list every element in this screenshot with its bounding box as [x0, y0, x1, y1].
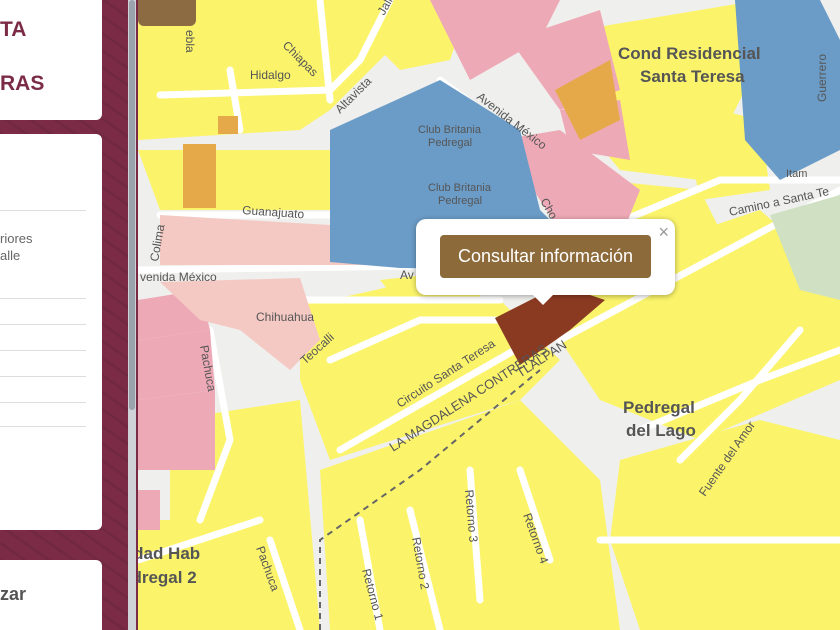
label-pedregal-del: Pedregal: [623, 398, 695, 417]
label-guanajuato: Guanajuato: [242, 203, 305, 221]
label-guerrero: Guerrero: [815, 54, 829, 102]
label-avenida-mexico-left: venida México: [140, 270, 217, 284]
label-puebla: ebla: [183, 30, 197, 53]
info-text: riores alle: [0, 231, 33, 263]
sidebar-panel: TA RAS riores alle zar: [0, 0, 130, 630]
divider: [0, 426, 86, 427]
bottom-label: zar: [0, 584, 27, 604]
label-pedregal-1: Pedregal: [428, 137, 472, 149]
label-pedregal-2-hab: edregal 2: [138, 568, 197, 587]
map-canvas[interactable]: Cond Residencial Santa Teresa Club Brita…: [138, 0, 840, 630]
close-icon[interactable]: ×: [658, 222, 669, 243]
info-popup: × Consultar información: [416, 219, 675, 305]
label-av: Av: [400, 268, 414, 282]
info-card: riores alle: [0, 134, 102, 530]
divider: [0, 210, 86, 211]
divider: [0, 376, 86, 377]
label-pedregal-2: Pedregal: [438, 195, 482, 207]
divider: [0, 324, 86, 325]
label-chihuahua: Chihuahua: [256, 310, 314, 324]
label-itam: Itam: [786, 168, 807, 180]
divider: [0, 298, 86, 299]
bottom-card[interactable]: zar: [0, 560, 102, 630]
scrollbar-thumb[interactable]: [129, 0, 135, 410]
title-line-2: RAS: [0, 72, 45, 95]
map-svg: Cond Residencial Santa Teresa Club Brita…: [138, 0, 840, 630]
title-line-1: TA: [0, 18, 27, 41]
divider: [0, 402, 86, 403]
divider: [0, 350, 86, 351]
consult-info-button[interactable]: Consultar información: [440, 235, 651, 278]
label-hidalgo: Hidalgo: [250, 68, 291, 82]
map-nav-tab[interactable]: [138, 0, 196, 26]
label-unidad-hab: nidad Hab: [138, 544, 200, 563]
label-del-lago: del Lago: [626, 421, 696, 440]
label-club-britania-2: Club Britania: [428, 182, 492, 194]
label-club-britania-1: Club Britania: [418, 124, 482, 136]
title-card: TA RAS: [0, 0, 102, 120]
label-cond-residencial: Cond Residencial: [618, 44, 761, 63]
label-santa-teresa: Santa Teresa: [640, 67, 745, 86]
